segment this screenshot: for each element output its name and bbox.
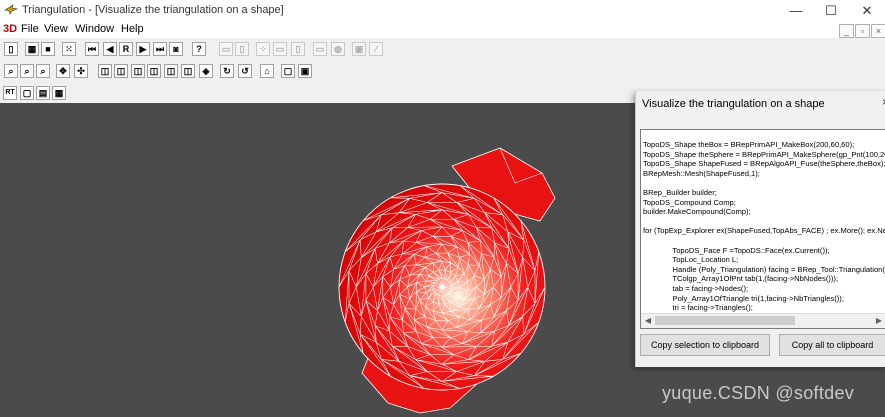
erase-icon[interactable]: ▯	[235, 42, 249, 56]
copy-all-button[interactable]: Copy all to clipboard	[779, 334, 885, 356]
dialog-title: Visualize the triangulation on a shape	[642, 98, 825, 110]
mdi-close-button[interactable]: ×	[871, 24, 885, 38]
menu-view[interactable]: View	[44, 23, 68, 35]
delete-icon[interactable]: ▭	[273, 42, 287, 56]
reset-view-icon[interactable]: ⌂	[260, 64, 274, 78]
help-icon[interactable]: ?	[192, 42, 206, 56]
antialiasing-icon[interactable]: ▦	[52, 86, 66, 100]
code-line: BRep_Builder builder;	[643, 187, 717, 197]
mdi-restore-button[interactable]: ▫	[855, 24, 870, 38]
scroll-right-icon[interactable]: ▶	[873, 315, 885, 326]
code-line: builder.MakeCompound(Comp);	[643, 207, 751, 217]
ray-tracing-icon[interactable]: RT	[3, 86, 17, 100]
code-line: for (TopExp_Explorer ex(ShapeFused,TopAb…	[643, 226, 885, 236]
code-textbox[interactable]: TopoDS_Shape theBox = BRepPrimAPI_MakeBo…	[640, 129, 885, 329]
scroll-thumb[interactable]	[655, 316, 795, 325]
rotate-icon[interactable]: ↻	[220, 64, 234, 78]
new-icon[interactable]: ▯	[4, 42, 18, 56]
view-right-icon[interactable]: ◫	[181, 64, 195, 78]
toolbar-main: ▯ ▦ ■ ⁙ ⏮ ◀ R ▶ ⏭ ◙? ▭ ▯ ⁘ ▭ ▯ ▭ ◍ ▣ ∕	[0, 39, 885, 59]
settings-icon[interactable]: ◍	[331, 42, 345, 56]
zoom-dynamic-icon[interactable]: ⌕	[20, 64, 34, 78]
reset-icon[interactable]: R	[119, 42, 133, 56]
toolbar-view: ⌕ ⌕ ⌕ ✥ ✣ ◫ ◫ ◫ ◫ ◫ ◫ ◈ ↻ ↺ ⌂ ▢ ▣	[0, 61, 885, 81]
watermark-text: yuque.CSDN @softdev	[662, 383, 855, 403]
horizontal-scrollbar[interactable]: ◀ ▶	[641, 313, 885, 328]
brush-icon[interactable]: ∕	[369, 42, 383, 56]
view-top-icon[interactable]: ◫	[131, 64, 145, 78]
prev-icon[interactable]: ◀	[103, 42, 117, 56]
code-line: tab = facing->Nodes();	[643, 283, 749, 293]
last-icon[interactable]: ⏭	[153, 42, 167, 56]
first-icon[interactable]: ⏮	[85, 42, 99, 56]
global-pan-icon[interactable]: ✣	[74, 64, 88, 78]
minimize-button[interactable]: —	[781, 2, 811, 19]
code-line: tri = facing->Triangles();	[643, 303, 753, 313]
dots-icon[interactable]: ⁙	[62, 42, 76, 56]
reflections-icon[interactable]: ▤	[36, 86, 50, 100]
code-line: TopoDS_Shape theBox = BRepPrimAPI_MakeBo…	[643, 140, 855, 149]
shadows-icon[interactable]: ▢	[20, 86, 34, 100]
zoom-icon[interactable]: ⌕	[36, 64, 50, 78]
trash-icon[interactable]: ▯	[291, 42, 305, 56]
next-icon[interactable]: ▶	[136, 42, 150, 56]
code-line: BRepMesh::Mesh(ShapeFused,1);	[643, 168, 760, 178]
mdi-minimize-button[interactable]: _	[839, 24, 854, 38]
zoom-window-icon[interactable]: ⌕	[4, 64, 18, 78]
code-line: TopoDS_Compound Comp;	[643, 197, 736, 207]
code-line: Poly_Array1OfTriangle tri(1,facing->NbTr…	[643, 293, 844, 303]
image-icon[interactable]: ▣	[352, 42, 366, 56]
hidden-line-on-icon[interactable]: ▢	[281, 64, 295, 78]
view-left-icon[interactable]: ◫	[164, 64, 178, 78]
grid-icon[interactable]: ▦	[25, 42, 39, 56]
code-text[interactable]: TopoDS_Shape theBox = BRepPrimAPI_MakeBo…	[643, 140, 885, 313]
doc-icon[interactable]: ▭	[313, 42, 327, 56]
close-button[interactable]: ✕	[852, 2, 882, 19]
camera-icon[interactable]: ◙	[169, 42, 183, 56]
code-line: Handle (Poly_Triangulation) facing = BRe…	[643, 264, 885, 274]
copy-icon[interactable]: ▭	[219, 42, 233, 56]
view-axo-icon[interactable]: ◈	[199, 64, 213, 78]
menu-window[interactable]: Window	[75, 23, 114, 35]
code-line: TColgp_Array1OfPnt tab(1,(facing->NbNode…	[643, 274, 839, 284]
code-line: TopoDS_Face F =TopoDS::Face(ex.Current()…	[643, 245, 830, 255]
title-bar: Triangulation - [Visualize the triangula…	[0, 0, 885, 21]
visualize-dialog: Visualize the triangulation on a shape ×…	[635, 91, 885, 367]
menu-bar: 3D File View Window Help _ ▫ ×	[0, 21, 885, 38]
points-icon[interactable]: ⁘	[256, 42, 270, 56]
scroll-left-icon[interactable]: ◀	[642, 315, 654, 326]
window-title: Triangulation - [Visualize the triangula…	[22, 4, 284, 16]
code-line: TopoDS_Shape theSphere = BRepPrimAPI_Mak…	[643, 149, 885, 159]
copy-selection-button[interactable]: Copy selection to clipboard	[640, 334, 770, 356]
rotate-xyz-icon[interactable]: ↺	[238, 64, 252, 78]
hidden-line-off-icon[interactable]: ▣	[298, 64, 312, 78]
menu-help[interactable]: Help	[121, 23, 144, 35]
maximize-button[interactable]: ☐	[816, 2, 846, 19]
app-3d-logo: 3D	[3, 23, 18, 35]
view-front-icon[interactable]: ◫	[98, 64, 112, 78]
pan-icon[interactable]: ✥	[56, 64, 70, 78]
code-line: TopLoc_Location L;	[643, 255, 739, 265]
code-line: TopoDS_Shape ShapeFused = BRepAlgoAPI_Fu…	[643, 159, 885, 169]
color-icon[interactable]: ■	[41, 42, 55, 56]
view-back-icon[interactable]: ◫	[114, 64, 128, 78]
app-bird-icon	[4, 4, 18, 15]
view-bottom-icon[interactable]: ◫	[147, 64, 161, 78]
menu-file[interactable]: File	[21, 23, 39, 35]
